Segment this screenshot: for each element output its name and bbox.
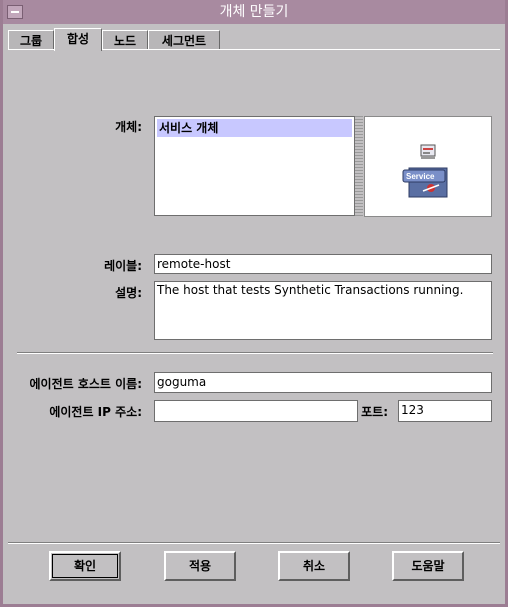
- agent-host-label: 에이전트 호스트 이름:: [29, 377, 142, 391]
- tab-composite[interactable]: 합성: [54, 28, 102, 51]
- tab-segment[interactable]: 세그먼트: [148, 30, 220, 50]
- port-input[interactable]: 123: [398, 400, 492, 422]
- agent-host-input[interactable]: goguma: [154, 372, 492, 393]
- button-bar-divider: [8, 542, 500, 544]
- object-preview: Service: [364, 116, 492, 217]
- help-button[interactable]: 도움말: [392, 551, 464, 581]
- port-label: 포트:: [361, 405, 388, 419]
- section-divider: [17, 352, 493, 354]
- tab-group[interactable]: 그룹: [8, 30, 54, 50]
- list-scrollbar[interactable]: [355, 116, 363, 216]
- label-input[interactable]: remote-host: [154, 254, 492, 274]
- list-item-service-object[interactable]: 서비스 개체: [157, 119, 352, 137]
- window-title: 개체 만들기: [219, 4, 289, 20]
- service-icon: Service: [402, 144, 448, 198]
- create-object-dialog: 개체 만들기 그룹 합성 노드 세그먼트 개체: 서비스 개체 Service …: [0, 0, 508, 607]
- tab-node[interactable]: 노드: [102, 30, 148, 50]
- description-label: 설명:: [115, 286, 142, 300]
- object-label: 개체:: [115, 120, 142, 134]
- label-field-label: 레이블:: [104, 259, 142, 273]
- agent-ip-label: 에이전트 IP 주소:: [49, 405, 142, 419]
- apply-button[interactable]: 적용: [164, 551, 236, 581]
- description-textarea[interactable]: The host that tests Synthetic Transactio…: [154, 281, 492, 340]
- window-menu-icon[interactable]: [7, 5, 23, 19]
- object-list[interactable]: 서비스 개체: [154, 116, 355, 216]
- agent-ip-input[interactable]: [154, 400, 358, 422]
- title-bar: 개체 만들기: [3, 0, 505, 24]
- cancel-button[interactable]: 취소: [278, 551, 350, 581]
- service-icon-text: Service: [406, 172, 435, 181]
- ok-button[interactable]: 확인: [49, 551, 121, 581]
